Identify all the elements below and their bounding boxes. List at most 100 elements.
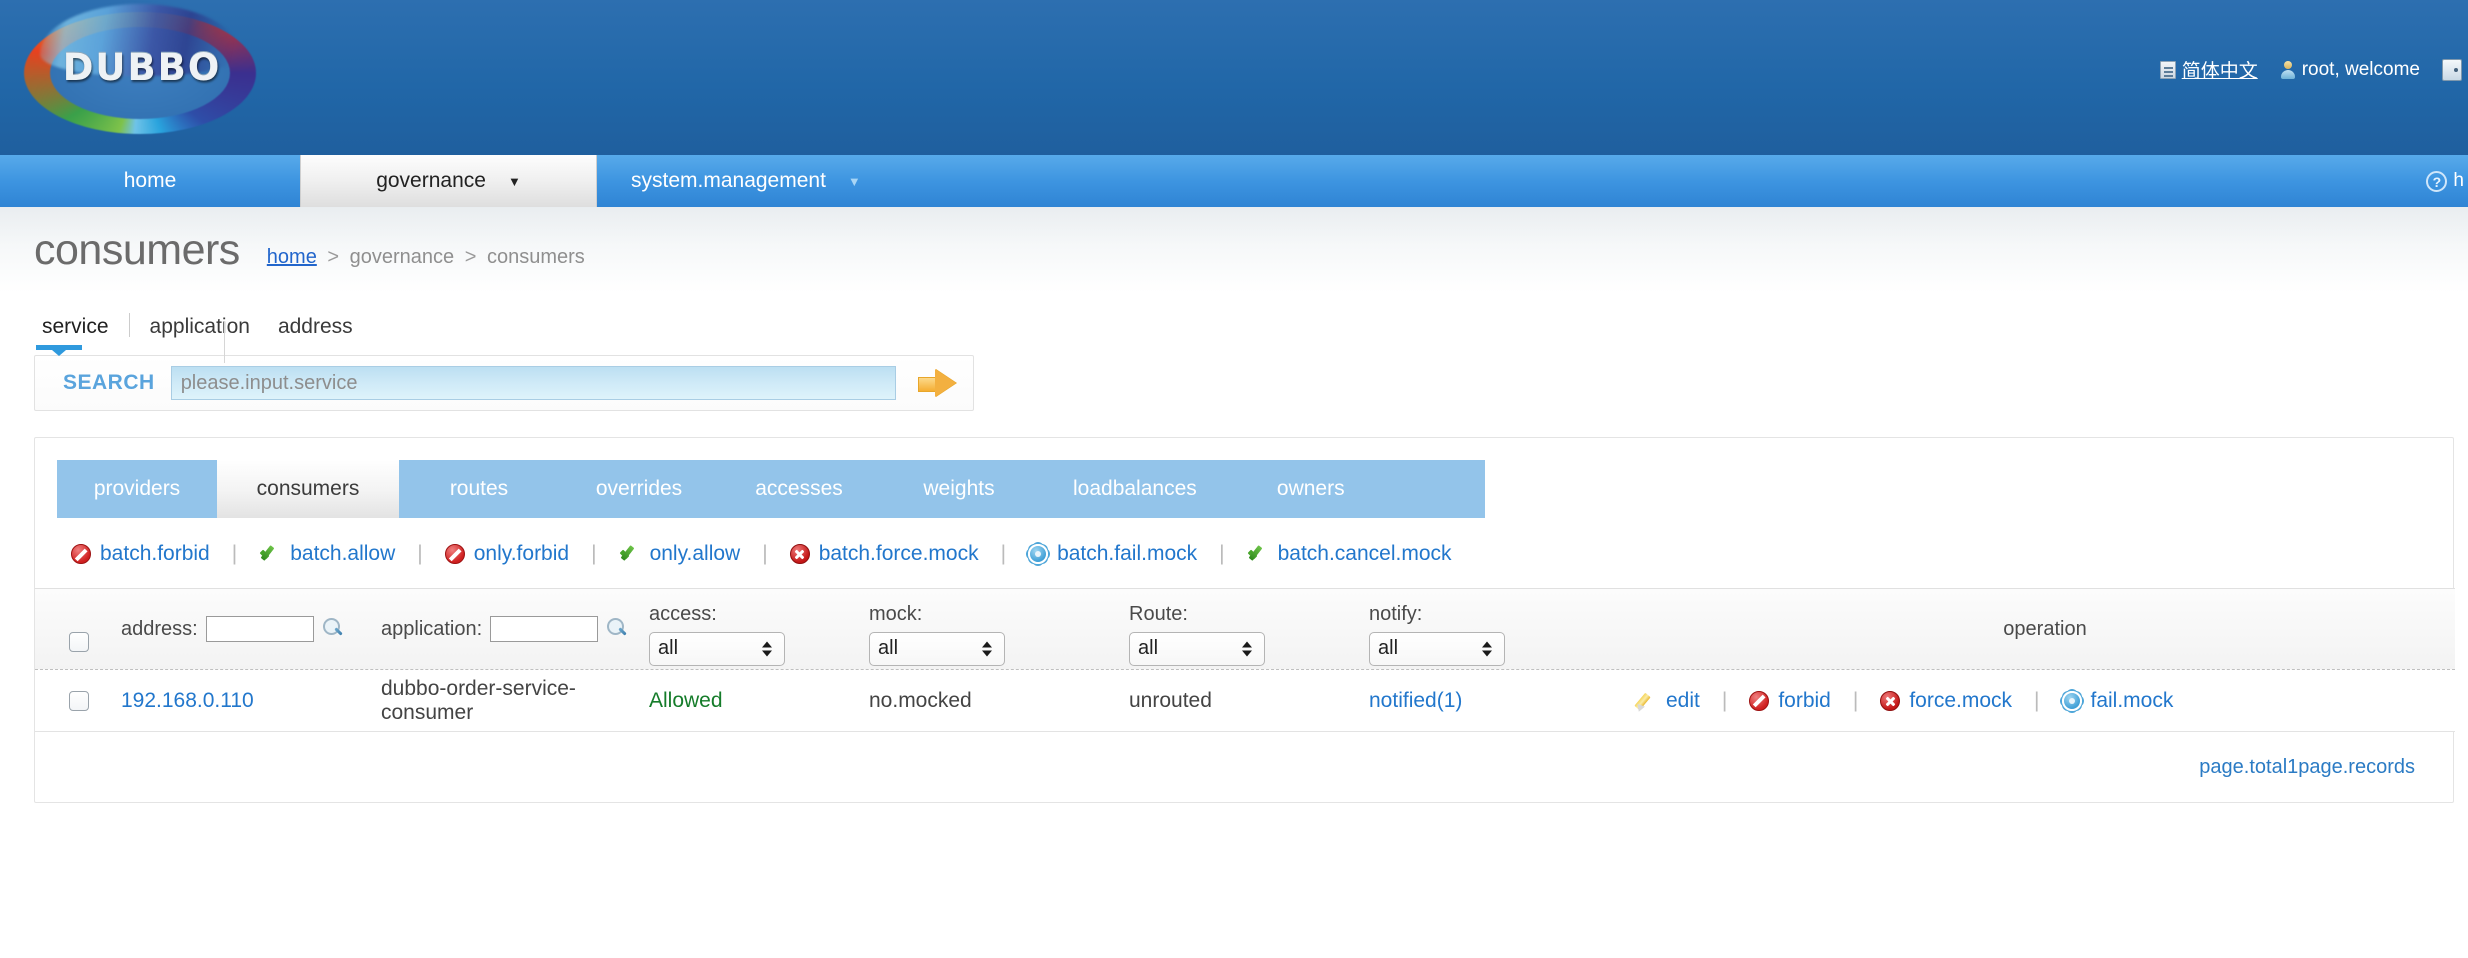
chevron-down-icon: ▼ <box>847 173 861 189</box>
row-action-fail-mock[interactable]: fail.mock <box>2061 688 2174 713</box>
help-link[interactable]: ? h <box>2426 170 2464 192</box>
column-header-operation: operation <box>1621 589 2455 669</box>
search-input[interactable] <box>170 366 896 400</box>
chevron-down-icon: ▼ <box>507 173 521 189</box>
cell-notify: notified(1) <box>1369 689 1621 713</box>
nav-item-governance[interactable]: governance ▼ <box>300 155 597 207</box>
filter-notify-value: all <box>1378 637 1399 659</box>
action-batch-force-mock[interactable]: batch.force.mock <box>789 542 979 566</box>
filter-route-select[interactable]: all <box>1129 631 1265 666</box>
entity-tabstrip: providers consumers routes overrides acc… <box>57 460 1485 518</box>
cell-address-link[interactable]: 192.168.0.110 <box>121 689 254 713</box>
tab-consumers[interactable]: consumers <box>217 460 399 518</box>
spinner-arrows-icon <box>982 641 992 656</box>
app-header: DUBBO 简体中文 root, welcome <box>0 0 2468 155</box>
cell-operations: edit | forbid | force.mock | fail.mock <box>1621 689 2455 713</box>
action-separator: | <box>1852 688 1859 712</box>
tab-loadbalances[interactable]: loadbalances <box>1039 460 1231 518</box>
row-action-force-mock[interactable]: force.mock <box>1880 689 2012 713</box>
magnifier-icon[interactable] <box>322 618 344 640</box>
filter-mock-cell: mock: all <box>869 589 1129 669</box>
tab-weights[interactable]: weights <box>879 460 1039 518</box>
header-utility-bar: 简体中文 root, welcome <box>2159 56 2468 83</box>
consumers-table: address: application: access: all mock: … <box>35 588 2455 802</box>
consumers-panel: providers consumers routes overrides acc… <box>34 437 2455 803</box>
tab-routes[interactable]: routes <box>399 460 559 518</box>
cell-application: dubbo-order-service-consumer <box>381 676 576 724</box>
action-batch-forbid[interactable]: batch.forbid <box>71 542 210 566</box>
filter-route-value: all <box>1138 637 1159 659</box>
cell-route: unrouted <box>1129 688 1212 712</box>
spinner-arrows-icon <box>762 641 772 656</box>
breadcrumb-current: consumers <box>486 245 585 268</box>
pager-total-label[interactable]: page.total1page.records <box>2199 756 2415 779</box>
document-icon <box>2159 60 2176 79</box>
breadcrumb-home-link[interactable]: home <box>267 246 317 268</box>
filter-application-input[interactable] <box>490 616 599 642</box>
action-separator: | <box>1000 542 1007 565</box>
filter-access-select[interactable]: all <box>649 631 785 666</box>
action-separator: | <box>231 542 238 565</box>
select-all-cell <box>69 589 121 669</box>
action-batch-fail-mock[interactable]: batch.fail.mock <box>1028 542 1197 566</box>
search-type-tabs: service application address <box>0 293 2468 363</box>
logout-button[interactable] <box>2442 58 2462 81</box>
row-action-forbid[interactable]: forbid <box>1749 689 1831 713</box>
main-navigation: home governance ▼ system.management ▼ ? … <box>0 155 2468 207</box>
dubbo-logo[interactable]: DUBBO <box>0 0 300 155</box>
cell-address: 192.168.0.110 <box>121 689 381 713</box>
row-select-checkbox[interactable] <box>69 690 89 711</box>
nav-item-home[interactable]: home <box>0 155 300 207</box>
search-panel: SEARCH <box>34 355 974 411</box>
subtab-application[interactable]: application <box>144 315 256 339</box>
nav-item-system-management-label: system.management <box>631 169 826 192</box>
row-action-edit[interactable]: edit <box>1635 689 1700 713</box>
cell-notify-link[interactable]: notified(1) <box>1369 689 1462 713</box>
check-icon <box>1247 544 1269 564</box>
filter-access-value: all <box>658 637 679 659</box>
action-batch-cancel-mock[interactable]: batch.cancel.mock <box>1247 542 1452 566</box>
user-greeting: root, welcome <box>2280 59 2420 81</box>
breadcrumb: home > governance > consumers <box>267 232 585 269</box>
subtab-address[interactable]: address <box>272 315 359 339</box>
action-separator: | <box>1219 542 1225 565</box>
gear-icon <box>2061 690 2082 711</box>
filter-mock-value: all <box>878 637 899 659</box>
breadcrumb-separator: > <box>327 245 340 268</box>
table-pager: page.total1page.records <box>35 732 2455 802</box>
row-action-fail-mock-label: fail.mock <box>2090 688 2174 712</box>
tab-overrides[interactable]: overrides <box>559 460 719 518</box>
nav-item-system-management[interactable]: system.management ▼ <box>597 155 895 207</box>
filter-mock-select[interactable]: all <box>869 631 1005 666</box>
error-circle-icon <box>789 544 810 564</box>
forbid-icon <box>71 544 91 564</box>
tab-providers[interactable]: providers <box>57 460 217 518</box>
action-separator: | <box>417 542 423 565</box>
action-batch-allow[interactable]: batch.allow <box>259 542 395 566</box>
action-only-forbid[interactable]: only.forbid <box>444 542 569 566</box>
check-icon <box>259 544 281 564</box>
row-action-force-mock-label: force.mock <box>1909 688 2013 712</box>
select-all-checkbox[interactable] <box>69 632 89 652</box>
breadcrumb-governance: governance <box>349 245 455 268</box>
language-switcher[interactable]: 简体中文 <box>2159 56 2258 83</box>
magnifier-icon[interactable] <box>606 618 628 640</box>
tab-accesses[interactable]: accesses <box>719 460 879 518</box>
action-separator: | <box>591 542 597 565</box>
action-only-allow[interactable]: only.allow <box>619 542 741 566</box>
filter-route-cell: Route: all <box>1129 589 1369 669</box>
cell-mock: no.mocked <box>869 688 972 712</box>
arrow-right-icon <box>917 369 950 397</box>
filter-mock-label: mock: <box>869 602 923 625</box>
tab-owners[interactable]: owners <box>1231 460 1391 518</box>
search-submit-button[interactable] <box>912 366 956 400</box>
subtab-service[interactable]: service <box>36 315 115 339</box>
filter-access-cell: access: all <box>649 589 869 669</box>
action-only-allow-label: only.allow <box>649 542 741 565</box>
filter-address-input[interactable] <box>205 616 314 642</box>
action-batch-cancel-mock-label: batch.cancel.mock <box>1277 542 1452 565</box>
forbid-icon <box>1749 690 1770 711</box>
language-label[interactable]: 简体中文 <box>2182 56 2258 83</box>
spinner-arrows-icon <box>1482 641 1492 656</box>
filter-notify-select[interactable]: all <box>1369 631 1505 666</box>
